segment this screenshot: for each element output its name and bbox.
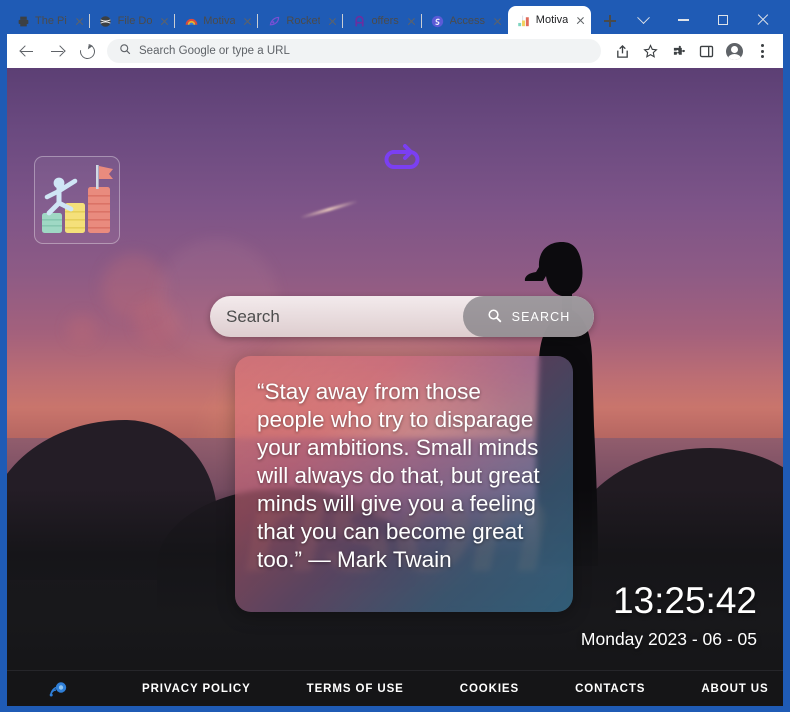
bookmark-star-icon[interactable]: [637, 38, 663, 64]
spiral-icon: [431, 14, 445, 28]
close-window-button[interactable]: [743, 7, 783, 33]
stairs-icon: [517, 13, 531, 27]
tab-title: Rocket: [286, 15, 321, 27]
chevron-down-icon: [636, 10, 650, 24]
reload-button[interactable]: [73, 37, 101, 65]
forward-arrow-icon: [50, 45, 64, 58]
maximize-button[interactable]: [703, 7, 743, 33]
address-bar-placeholder: Search Google or type a URL: [139, 45, 290, 57]
tab-close-icon[interactable]: [72, 14, 87, 29]
site-logo-icon[interactable]: [48, 679, 70, 699]
close-icon: [757, 14, 769, 26]
tab-title: Motiva: [203, 15, 236, 27]
tab-close-icon[interactable]: [404, 14, 419, 29]
quote-text: “Stay away from those people who try to …: [257, 379, 540, 572]
rainbow-icon: [184, 14, 198, 28]
letter-a-icon: [352, 14, 366, 28]
tab-close-icon[interactable]: [325, 14, 340, 29]
tab-search-button[interactable]: [623, 7, 663, 33]
search-button-label: SEARCH: [511, 309, 571, 324]
browser-tab-4[interactable]: Rocket: [258, 8, 344, 34]
forward-button[interactable]: [43, 37, 71, 65]
browser-tab-7-active[interactable]: Motiva: [507, 6, 591, 34]
window-controls: [623, 6, 783, 34]
search-input[interactable]: [210, 306, 463, 327]
tab-title: Motiva: [535, 14, 568, 26]
clock-date: Monday 2023 - 06 - 05: [580, 628, 757, 649]
search-bar: SEARCH: [210, 296, 594, 337]
page-content: rison: [7, 68, 783, 706]
chrome-menu-icon[interactable]: [749, 38, 775, 64]
clock-time: 13:25:42: [612, 580, 757, 621]
minimize-icon: [677, 19, 689, 21]
maximize-icon: [718, 15, 728, 25]
clock-widget: 13:25:42 Monday 2023 - 06 - 05: [580, 580, 757, 650]
quote-card: “Stay away from those people who try to …: [235, 356, 573, 612]
tab-title: offers: [371, 15, 399, 27]
tab-strip: The Pi File Do Motiva Rocket offers Acce…: [7, 6, 783, 34]
tab-title: File Do: [117, 15, 153, 27]
footer-link-privacy-policy[interactable]: PRIVACY POLICY: [114, 683, 279, 695]
extensions-puzzle-icon[interactable]: [665, 38, 691, 64]
reload-icon: [76, 40, 98, 62]
browser-tab-2[interactable]: File Do: [90, 8, 176, 34]
address-bar[interactable]: Search Google or type a URL: [107, 39, 601, 63]
footer-link-terms-of-use[interactable]: TERMS OF USE: [279, 683, 432, 695]
footer-link-contacts[interactable]: CONTACTS: [547, 683, 673, 695]
tab-close-icon[interactable]: [157, 14, 172, 29]
share-icon[interactable]: [609, 38, 635, 64]
footer-link-about-us[interactable]: ABOUT US: [673, 683, 783, 695]
back-button[interactable]: [13, 37, 41, 65]
back-arrow-icon: [20, 45, 34, 58]
avatar: [725, 42, 743, 60]
globe-icon: [99, 14, 113, 28]
tab-title: Access: [449, 15, 485, 27]
loop-arrow-icon[interactable]: [381, 143, 423, 173]
profile-avatar[interactable]: [721, 38, 747, 64]
browser-tab-3[interactable]: Motiva: [175, 8, 259, 34]
tab-close-icon[interactable]: [240, 14, 255, 29]
new-tab-button[interactable]: [597, 8, 623, 34]
tab-title: The Pi: [35, 15, 67, 27]
footer-link-cookies[interactable]: COOKIES: [432, 683, 547, 695]
bokeh-circle: [67, 314, 97, 344]
browser-tab-1[interactable]: The Pi: [7, 8, 90, 34]
kebab-dots: [760, 44, 764, 58]
search-icon: [487, 308, 502, 326]
side-panel-icon[interactable]: [693, 38, 719, 64]
tab-close-icon[interactable]: [573, 13, 588, 28]
minimize-button[interactable]: [663, 7, 703, 33]
printer-icon: [16, 14, 30, 28]
tab-close-icon[interactable]: [490, 14, 505, 29]
browser-tab-5[interactable]: offers: [343, 8, 422, 34]
search-button[interactable]: SEARCH: [463, 296, 594, 337]
browser-tab-6[interactable]: Access: [422, 8, 508, 34]
comet-icon: [267, 14, 281, 28]
browser-window: The Pi File Do Motiva Rocket offers Acce…: [0, 0, 790, 712]
search-icon: [119, 42, 131, 60]
browser-toolbar: Search Google or type a URL: [7, 34, 783, 68]
page-footer: PRIVACY POLICY TERMS OF USE COOKIES CONT…: [7, 670, 783, 706]
site-logo[interactable]: [34, 156, 120, 244]
